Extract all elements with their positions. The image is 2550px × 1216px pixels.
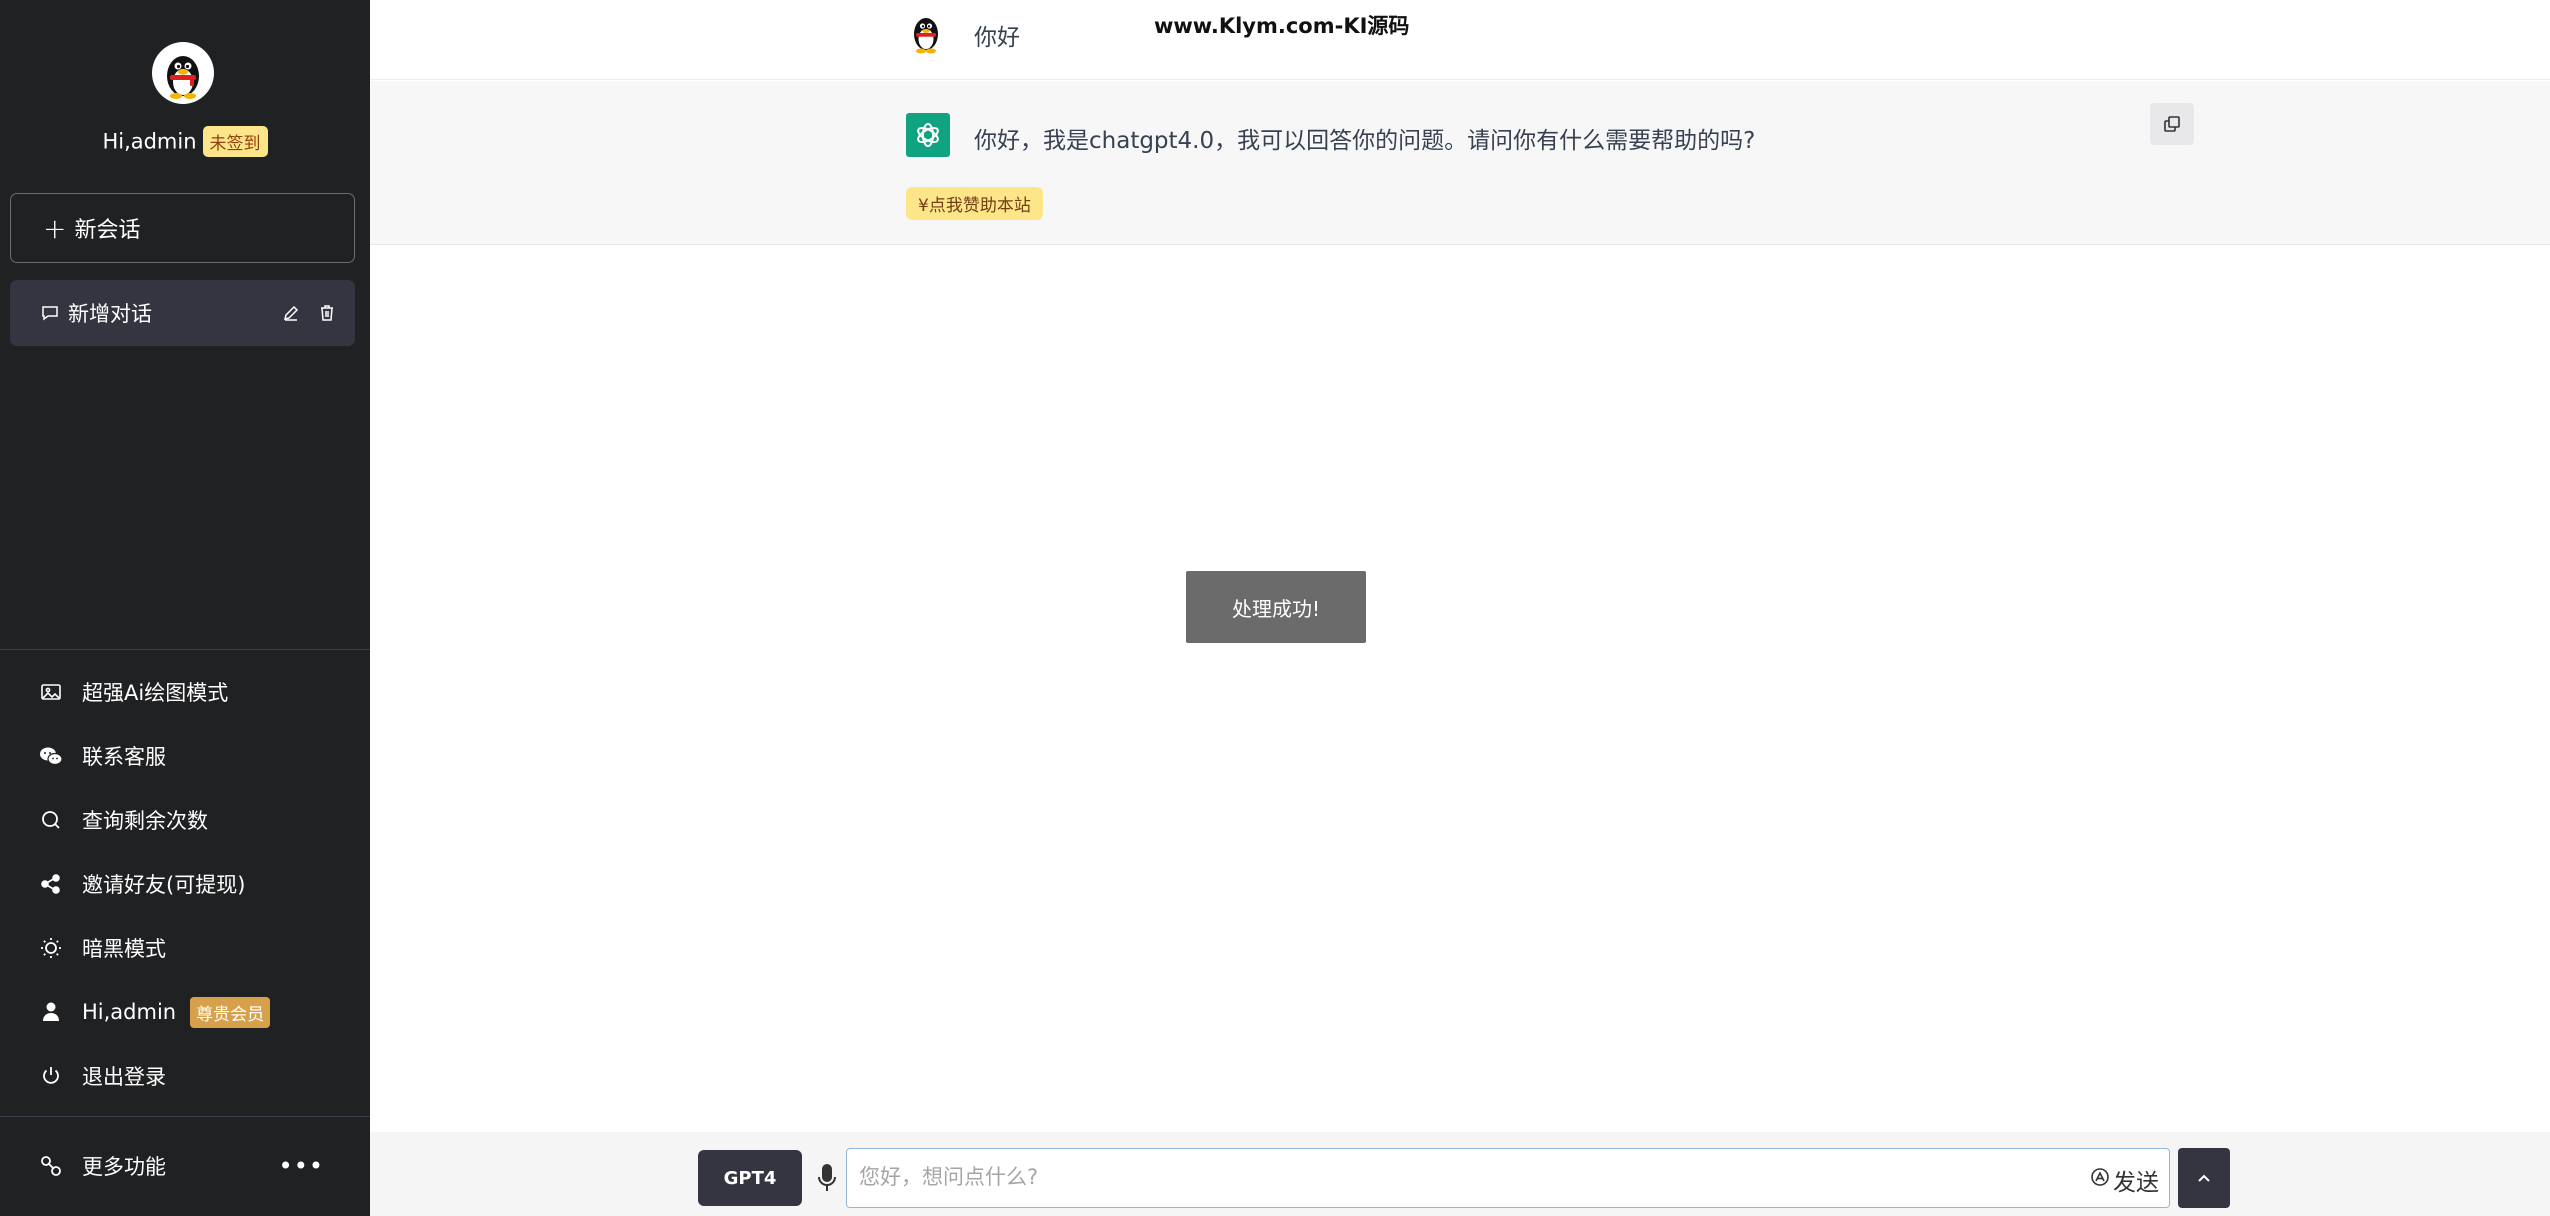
sign-in-badge[interactable]: 未签到	[202, 126, 268, 157]
donate-button[interactable]: ¥点我赞助本站	[906, 187, 1043, 220]
menu-label: Hi,admin	[82, 1000, 177, 1024]
model-select-button[interactable]: GPT4	[698, 1150, 802, 1206]
more-features-label: 更多功能	[82, 1155, 166, 1179]
composer-bar: GPT4 发送	[370, 1132, 2550, 1216]
user-message-text: 你好	[974, 25, 1020, 51]
toast-message: 处理成功!	[1186, 571, 1366, 643]
edit-icon[interactable]	[273, 303, 309, 323]
user-avatar	[906, 12, 946, 56]
conversation-label: 新增对话	[68, 302, 152, 326]
menu-label: 超强Ai绘图模式	[82, 681, 229, 705]
scroll-top-button[interactable]	[2178, 1148, 2230, 1208]
assistant-message-text: 你好，我是chatgpt4.0，我可以回答你的问题。请问你有什么需要帮助的吗?	[974, 128, 1756, 154]
menu-item-account[interactable]: Hi,admin 尊贵会员	[0, 987, 370, 1037]
menu-label: 暗黑模式	[82, 937, 166, 961]
menu-label: 邀请好友(可提现)	[82, 873, 246, 897]
plus-icon: +	[43, 211, 67, 245]
chat-bubble-icon	[42, 306, 58, 321]
message-input[interactable]	[859, 1149, 2059, 1205]
share-icon	[38, 871, 64, 897]
new-chat-button[interactable]: + 新会话	[10, 193, 355, 263]
send-icon	[2089, 1166, 2111, 1194]
divider	[0, 649, 370, 650]
user-message-row: 你好 www.Klym.com-KI源码	[370, 0, 2550, 80]
send-label: 发送	[2113, 1170, 2159, 1196]
qq-penguin-icon	[167, 56, 199, 99]
more-dots-icon[interactable]: •••	[279, 1152, 324, 1180]
chevron-up-icon	[2198, 1174, 2210, 1182]
user-icon	[38, 999, 64, 1025]
sidebar: Hi,admin 未签到 + 新会话 新增对话 超强Ai绘图模式 联系客服 查询…	[0, 0, 370, 1216]
watermark: www.Klym.com-KI源码	[1154, 14, 1410, 38]
copy-icon	[2164, 116, 2180, 132]
menu-item-dark-mode[interactable]: 暗黑模式	[0, 923, 370, 973]
search-icon	[38, 807, 64, 833]
chat-main: 你好 www.Klym.com-KI源码 你好，我是chatgpt4.0，我可以…	[370, 0, 2550, 1216]
menu-item-ai-drawing[interactable]: 超强Ai绘图模式	[0, 667, 370, 717]
menu-item-invite-friends[interactable]: 邀请好友(可提现)	[0, 859, 370, 909]
microphone-icon[interactable]	[816, 1162, 838, 1194]
link-icon	[38, 1153, 64, 1179]
greeting-text: Hi,admin	[102, 129, 197, 154]
bot-avatar	[906, 113, 950, 157]
message-input-box: 发送	[846, 1148, 2170, 1208]
assistant-message-row: 你好，我是chatgpt4.0，我可以回答你的问题。请问你有什么需要帮助的吗? …	[370, 81, 2550, 245]
openai-logo-icon	[917, 123, 939, 147]
menu-item-customer-service[interactable]: 联系客服	[0, 731, 370, 781]
conversation-item[interactable]: 新增对话	[10, 280, 355, 346]
avatar[interactable]	[152, 42, 214, 104]
sun-icon	[38, 935, 64, 961]
delete-icon[interactable]	[309, 303, 345, 323]
new-chat-label: 新会话	[74, 218, 141, 243]
qq-penguin-icon	[914, 18, 938, 54]
menu-label: 查询剩余次数	[82, 809, 208, 833]
image-icon	[38, 679, 64, 705]
user-greeting: Hi,admin 未签到	[0, 126, 370, 157]
menu-label: 退出登录	[82, 1065, 166, 1089]
send-button[interactable]: 发送	[2089, 1163, 2159, 1197]
divider	[0, 1116, 370, 1117]
more-features-button[interactable]: 更多功能 •••	[0, 1141, 370, 1191]
wechat-icon	[38, 743, 64, 769]
copy-button[interactable]	[2150, 103, 2194, 145]
power-icon	[38, 1063, 64, 1089]
vip-badge: 尊贵会员	[190, 996, 271, 1028]
menu-label: 联系客服	[82, 745, 166, 769]
menu-item-query-remaining[interactable]: 查询剩余次数	[0, 795, 370, 845]
menu-item-logout[interactable]: 退出登录	[0, 1051, 370, 1101]
